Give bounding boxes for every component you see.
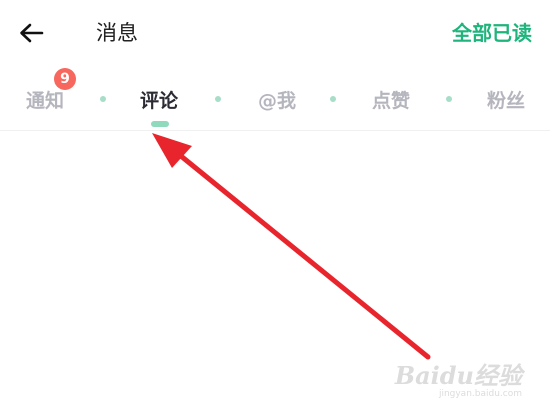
tab-mentions[interactable]: @我 — [258, 86, 296, 116]
messages-screen: 消息 全部已读 通知 评论 @我 点赞 粉丝 9 Baidu经验 jingyan… — [0, 0, 550, 414]
page-title: 消息 — [96, 21, 138, 45]
active-tab-indicator — [151, 121, 169, 127]
watermark-logo: Baidu经验 — [394, 361, 522, 390]
tab-likes[interactable]: 点赞 — [372, 86, 410, 116]
tab-separator-dot — [446, 96, 452, 102]
tab-separator-dot — [215, 96, 221, 102]
back-button[interactable] — [16, 18, 46, 48]
mark-all-read-button[interactable]: 全部已读 — [452, 18, 532, 48]
header-bar: 消息 全部已读 — [0, 0, 550, 66]
message-tabs: 通知 评论 @我 点赞 粉丝 — [0, 66, 550, 131]
arrow-left-icon — [20, 23, 44, 43]
tab-comments[interactable]: 评论 — [140, 86, 178, 116]
tab-fans[interactable]: 粉丝 — [487, 86, 525, 116]
tab-notifications[interactable]: 通知 — [26, 86, 64, 116]
watermark-url: jingyan.baidu.com — [438, 389, 522, 399]
tab-separator-dot — [100, 96, 106, 102]
notification-badge: 9 — [54, 68, 76, 90]
tab-separator-dot — [330, 96, 336, 102]
baidu-watermark: Baidu经验 jingyan.baidu.com — [395, 363, 522, 400]
